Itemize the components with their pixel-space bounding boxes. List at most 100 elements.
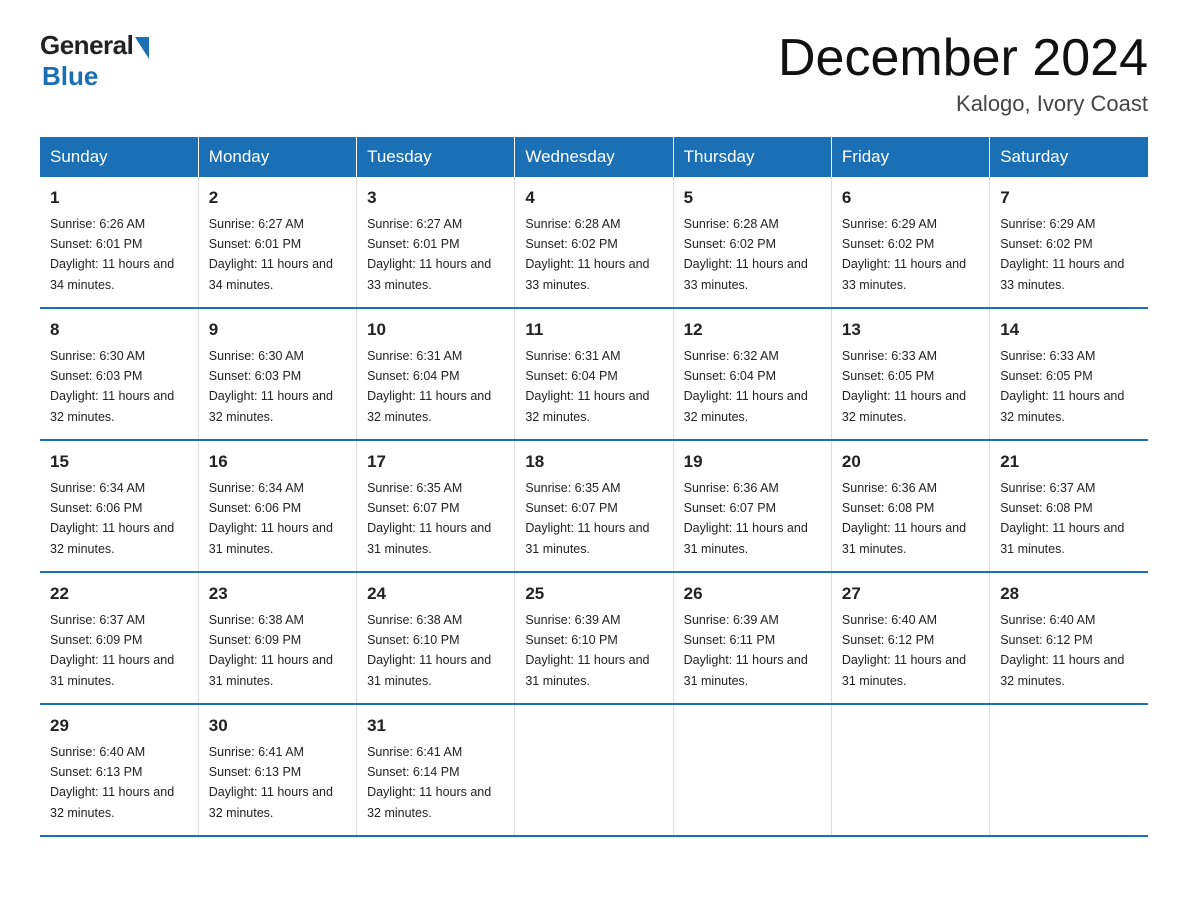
day-info: Sunrise: 6:34 AMSunset: 6:06 PMDaylight:…	[50, 481, 174, 556]
logo-general-text: General	[40, 30, 133, 61]
day-number: 9	[209, 317, 346, 343]
calendar-cell: 1Sunrise: 6:26 AMSunset: 6:01 PMDaylight…	[40, 177, 198, 308]
week-row-1: 1Sunrise: 6:26 AMSunset: 6:01 PMDaylight…	[40, 177, 1148, 308]
location-text: Kalogo, Ivory Coast	[778, 91, 1148, 117]
day-info: Sunrise: 6:35 AMSunset: 6:07 PMDaylight:…	[525, 481, 649, 556]
day-info: Sunrise: 6:30 AMSunset: 6:03 PMDaylight:…	[209, 349, 333, 424]
calendar-cell	[831, 704, 989, 836]
week-row-5: 29Sunrise: 6:40 AMSunset: 6:13 PMDayligh…	[40, 704, 1148, 836]
day-info: Sunrise: 6:26 AMSunset: 6:01 PMDaylight:…	[50, 217, 174, 292]
week-row-3: 15 Sunrise: 6:34 AMSunset: 6:06 PMDayligh…	[40, 440, 1148, 572]
day-info: Sunrise: 6:39 AMSunset: 6:11 PMDaylight:…	[684, 613, 808, 688]
day-info: Sunrise: 6:36 AMSunset: 6:08 PMDaylight:…	[842, 481, 966, 556]
day-number: 18	[525, 449, 662, 475]
day-number: 15	[50, 449, 188, 475]
logo: General Blue	[40, 30, 149, 92]
day-info: Sunrise: 6:33 AMSunset: 6:05 PMDaylight:…	[842, 349, 966, 424]
day-info: Sunrise: 6:30 AMSunset: 6:03 PMDaylight:…	[50, 349, 174, 424]
day-number: 5	[684, 185, 821, 211]
day-number: 7	[1000, 185, 1138, 211]
day-number: 26	[684, 581, 821, 607]
day-number: 21	[1000, 449, 1138, 475]
calendar-cell: 3Sunrise: 6:27 AMSunset: 6:01 PMDaylight…	[357, 177, 515, 308]
calendar-cell: 9 Sunrise: 6:30 AMSunset: 6:03 PMDaylight…	[198, 308, 356, 440]
calendar-cell: 12 Sunrise: 6:32 AMSunset: 6:04 PMDayligh…	[673, 308, 831, 440]
logo-triangle-icon	[135, 37, 149, 59]
day-info: Sunrise: 6:40 AMSunset: 6:12 PMDaylight:…	[842, 613, 966, 688]
header-friday: Friday	[831, 137, 989, 177]
calendar-cell: 24 Sunrise: 6:38 AMSunset: 6:10 PMDayligh…	[357, 572, 515, 704]
calendar-cell: 8 Sunrise: 6:30 AMSunset: 6:03 PMDaylight…	[40, 308, 198, 440]
calendar-table: SundayMondayTuesdayWednesdayThursdayFrid…	[40, 137, 1148, 837]
header-monday: Monday	[198, 137, 356, 177]
calendar-cell: 14 Sunrise: 6:33 AMSunset: 6:05 PMDayligh…	[990, 308, 1148, 440]
day-info: Sunrise: 6:33 AMSunset: 6:05 PMDaylight:…	[1000, 349, 1124, 424]
page-header: General Blue December 2024 Kalogo, Ivory…	[40, 30, 1148, 117]
calendar-cell: 15 Sunrise: 6:34 AMSunset: 6:06 PMDayligh…	[40, 440, 198, 572]
day-info: Sunrise: 6:37 AMSunset: 6:09 PMDaylight:…	[50, 613, 174, 688]
calendar-cell	[673, 704, 831, 836]
day-info: Sunrise: 6:39 AMSunset: 6:10 PMDaylight:…	[525, 613, 649, 688]
calendar-cell	[990, 704, 1148, 836]
day-number: 8	[50, 317, 188, 343]
calendar-cell: 28 Sunrise: 6:40 AMSunset: 6:12 PMDayligh…	[990, 572, 1148, 704]
calendar-cell: 21 Sunrise: 6:37 AMSunset: 6:08 PMDayligh…	[990, 440, 1148, 572]
day-info: Sunrise: 6:37 AMSunset: 6:08 PMDaylight:…	[1000, 481, 1124, 556]
calendar-cell: 6 Sunrise: 6:29 AMSunset: 6:02 PMDaylight…	[831, 177, 989, 308]
day-info: Sunrise: 6:29 AMSunset: 6:02 PMDaylight:…	[842, 217, 966, 292]
day-info: Sunrise: 6:32 AMSunset: 6:04 PMDaylight:…	[684, 349, 808, 424]
calendar-cell: 11Sunrise: 6:31 AMSunset: 6:04 PMDayligh…	[515, 308, 673, 440]
day-number: 19	[684, 449, 821, 475]
calendar-cell: 29Sunrise: 6:40 AMSunset: 6:13 PMDayligh…	[40, 704, 198, 836]
calendar-cell: 19 Sunrise: 6:36 AMSunset: 6:07 PMDayligh…	[673, 440, 831, 572]
day-info: Sunrise: 6:40 AMSunset: 6:12 PMDaylight:…	[1000, 613, 1124, 688]
day-info: Sunrise: 6:31 AMSunset: 6:04 PMDaylight:…	[367, 349, 491, 424]
day-number: 30	[209, 713, 346, 739]
calendar-cell: 31Sunrise: 6:41 AMSunset: 6:14 PMDayligh…	[357, 704, 515, 836]
day-info: Sunrise: 6:40 AMSunset: 6:13 PMDaylight:…	[50, 745, 174, 820]
day-number: 27	[842, 581, 979, 607]
calendar-cell: 13 Sunrise: 6:33 AMSunset: 6:05 PMDayligh…	[831, 308, 989, 440]
calendar-cell: 20Sunrise: 6:36 AMSunset: 6:08 PMDayligh…	[831, 440, 989, 572]
calendar-cell: 2Sunrise: 6:27 AMSunset: 6:01 PMDaylight…	[198, 177, 356, 308]
calendar-cell: 23 Sunrise: 6:38 AMSunset: 6:09 PMDayligh…	[198, 572, 356, 704]
day-number: 25	[525, 581, 662, 607]
logo-blue-text: Blue	[42, 61, 98, 92]
week-row-4: 22Sunrise: 6:37 AMSunset: 6:09 PMDayligh…	[40, 572, 1148, 704]
day-info: Sunrise: 6:38 AMSunset: 6:10 PMDaylight:…	[367, 613, 491, 688]
day-info: Sunrise: 6:34 AMSunset: 6:06 PMDaylight:…	[209, 481, 333, 556]
day-info: Sunrise: 6:28 AMSunset: 6:02 PMDaylight:…	[525, 217, 649, 292]
header-thursday: Thursday	[673, 137, 831, 177]
calendar-header-row: SundayMondayTuesdayWednesdayThursdayFrid…	[40, 137, 1148, 177]
calendar-cell: 26 Sunrise: 6:39 AMSunset: 6:11 PMDayligh…	[673, 572, 831, 704]
day-number: 24	[367, 581, 504, 607]
day-info: Sunrise: 6:36 AMSunset: 6:07 PMDaylight:…	[684, 481, 808, 556]
day-number: 6	[842, 185, 979, 211]
calendar-cell: 4Sunrise: 6:28 AMSunset: 6:02 PMDaylight…	[515, 177, 673, 308]
calendar-cell: 10 Sunrise: 6:31 AMSunset: 6:04 PMDayligh…	[357, 308, 515, 440]
calendar-cell: 27 Sunrise: 6:40 AMSunset: 6:12 PMDayligh…	[831, 572, 989, 704]
day-number: 11	[525, 317, 662, 343]
day-info: Sunrise: 6:38 AMSunset: 6:09 PMDaylight:…	[209, 613, 333, 688]
day-number: 23	[209, 581, 346, 607]
week-row-2: 8 Sunrise: 6:30 AMSunset: 6:03 PMDaylight…	[40, 308, 1148, 440]
day-info: Sunrise: 6:29 AMSunset: 6:02 PMDaylight:…	[1000, 217, 1124, 292]
calendar-cell: 22Sunrise: 6:37 AMSunset: 6:09 PMDayligh…	[40, 572, 198, 704]
day-number: 28	[1000, 581, 1138, 607]
title-area: December 2024 Kalogo, Ivory Coast	[778, 30, 1148, 117]
day-info: Sunrise: 6:28 AMSunset: 6:02 PMDaylight:…	[684, 217, 808, 292]
header-saturday: Saturday	[990, 137, 1148, 177]
day-number: 13	[842, 317, 979, 343]
day-number: 14	[1000, 317, 1138, 343]
day-number: 10	[367, 317, 504, 343]
day-number: 17	[367, 449, 504, 475]
day-info: Sunrise: 6:27 AMSunset: 6:01 PMDaylight:…	[367, 217, 491, 292]
calendar-cell: 16Sunrise: 6:34 AMSunset: 6:06 PMDayligh…	[198, 440, 356, 572]
day-info: Sunrise: 6:41 AMSunset: 6:13 PMDaylight:…	[209, 745, 333, 820]
day-number: 2	[209, 185, 346, 211]
month-title: December 2024	[778, 30, 1148, 87]
calendar-cell: 5 Sunrise: 6:28 AMSunset: 6:02 PMDaylight…	[673, 177, 831, 308]
day-number: 31	[367, 713, 504, 739]
day-number: 12	[684, 317, 821, 343]
header-tuesday: Tuesday	[357, 137, 515, 177]
